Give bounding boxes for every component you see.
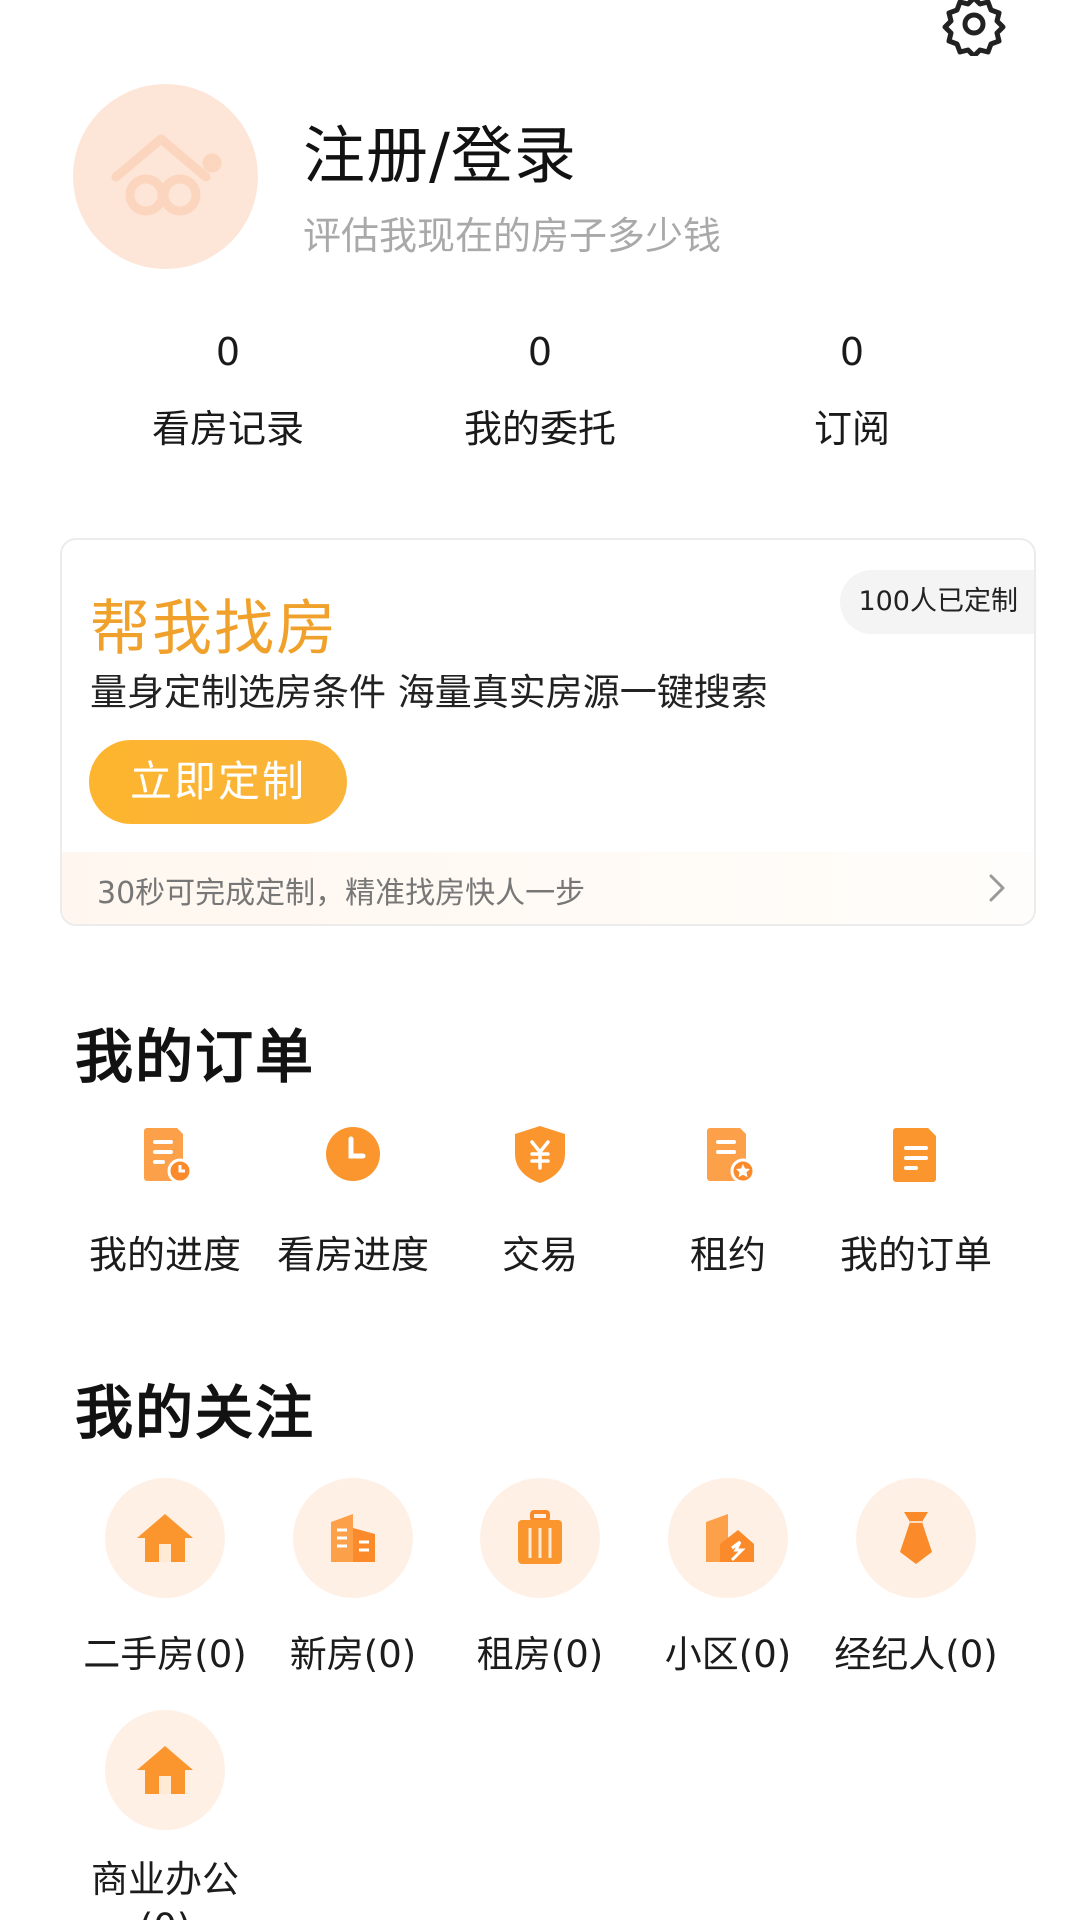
follow-community[interactable]: 小区(0)	[634, 1478, 822, 1678]
stat-my-entrust[interactable]: 0 我的委托	[410, 330, 670, 453]
avatar[interactable]	[73, 84, 258, 269]
community-icon	[668, 1478, 788, 1598]
stat-view-history[interactable]: 0 看房记录	[98, 330, 358, 453]
order-lease[interactable]: 租约	[634, 1124, 822, 1279]
order-item-label: 租约	[689, 1233, 766, 1277]
order-item-label: 我的进度	[88, 1233, 241, 1277]
follow-item-label: 经纪人(0)	[834, 1633, 998, 1676]
order-transaction[interactable]: 交易	[446, 1124, 634, 1279]
stat-label: 我的委托	[463, 407, 616, 451]
find-house-footer[interactable]: 30秒可完成定制，精准找房快人一步	[62, 852, 1034, 924]
lease-doc-icon	[698, 1124, 758, 1184]
login-subtitle[interactable]: 评估我现在的房子多少钱	[303, 205, 721, 260]
order-doc-icon	[886, 1124, 946, 1184]
order-item-label: 交易	[501, 1233, 578, 1277]
find-house-title: 帮我找房	[90, 594, 338, 664]
office-house-icon	[105, 1710, 225, 1830]
building-icon	[293, 1478, 413, 1598]
follow-commercial-office[interactable]: 商业办公(0)	[71, 1710, 259, 1920]
order-item-label: 看房进度	[276, 1233, 429, 1277]
stat-subscription[interactable]: 0 订阅	[722, 330, 982, 453]
avatar-logo-icon	[111, 134, 221, 215]
stat-value: 0	[839, 330, 865, 374]
custom-count-badge: 100人已定制	[840, 570, 1034, 634]
orders-section-title: 我的订单	[75, 1023, 316, 1091]
follow-item-label: 商业办公(0)	[91, 1858, 239, 1920]
follow-item-label: 新房(0)	[289, 1633, 417, 1676]
order-viewing-progress[interactable]: 看房进度	[259, 1124, 447, 1279]
clock-icon	[323, 1124, 383, 1184]
follows-section-title: 我的关注	[75, 1379, 316, 1447]
order-my-progress[interactable]: 我的进度	[71, 1124, 259, 1279]
follow-item-label: 小区(0)	[664, 1633, 792, 1676]
find-house-description: 量身定制选房条件 海量真实房源一键搜索	[90, 671, 768, 714]
agent-tie-icon	[856, 1478, 976, 1598]
yen-shield-icon	[510, 1124, 570, 1184]
profile-page: 注册/登录 评估我现在的房子多少钱 0 看房记录 0 我的委托 0 订阅 帮我找…	[0, 0, 1080, 1920]
house-icon	[105, 1478, 225, 1598]
progress-doc-icon	[135, 1124, 195, 1184]
customize-now-button[interactable]: 立即定制	[89, 740, 347, 824]
settings-gear-icon[interactable]	[942, 0, 1006, 59]
follow-new-house[interactable]: 新房(0)	[259, 1478, 447, 1678]
find-house-card[interactable]: 帮我找房 100人已定制 量身定制选房条件 海量真实房源一键搜索 立即定制 30…	[60, 538, 1036, 926]
follow-item-label: 租房(0)	[476, 1633, 604, 1676]
follow-rental[interactable]: 租房(0)	[446, 1478, 634, 1678]
stat-value: 0	[527, 330, 553, 374]
suitcase-icon	[480, 1478, 600, 1598]
follow-second-hand-house[interactable]: 二手房(0)	[71, 1478, 259, 1678]
order-item-label: 我的订单	[839, 1233, 992, 1277]
stat-label: 订阅	[813, 407, 890, 451]
follow-agent[interactable]: 经纪人(0)	[822, 1478, 1010, 1678]
order-my-orders[interactable]: 我的订单	[822, 1124, 1010, 1279]
find-house-footer-text: 30秒可完成定制，精准找房快人一步	[97, 876, 586, 911]
stat-value: 0	[215, 330, 241, 374]
follow-item-label: 二手房(0)	[83, 1633, 247, 1676]
stat-label: 看房记录	[151, 407, 304, 451]
chevron-right-icon	[982, 870, 1012, 906]
login-title[interactable]: 注册/登录	[303, 105, 577, 195]
